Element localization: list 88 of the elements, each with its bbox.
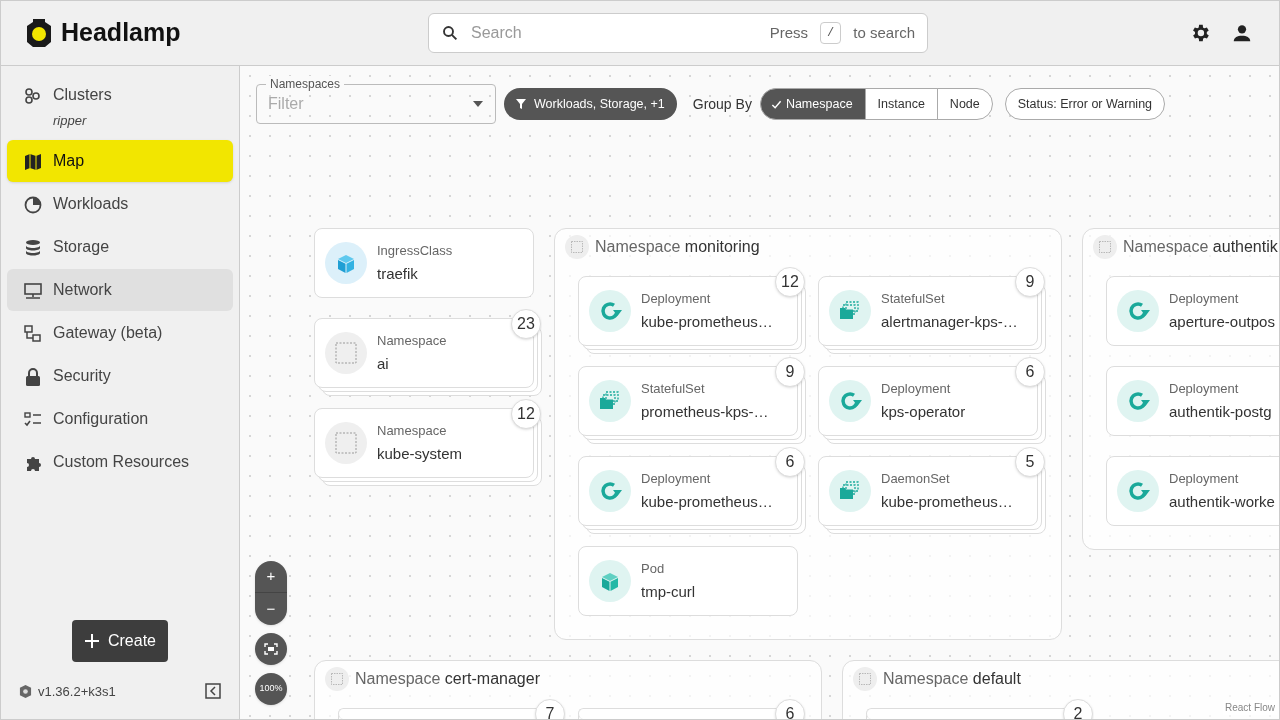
node-kind: Namespace xyxy=(377,332,447,350)
folders-icon xyxy=(829,290,871,332)
map-node[interactable]: Pod tmp-curl xyxy=(578,546,798,616)
helm-wheel-icon xyxy=(19,684,32,698)
map-node[interactable]: Deployment authentik-worke xyxy=(1106,456,1279,526)
search-input[interactable]: Search xyxy=(471,21,758,45)
folders-icon xyxy=(829,470,871,512)
sidebar-item[interactable]: Custom Resources xyxy=(7,440,233,483)
sidebar-item[interactable]: Storage xyxy=(7,225,233,268)
group-title: Namespace monitoring xyxy=(595,237,760,257)
group-by-option[interactable]: Namespace xyxy=(759,88,866,120)
sidebar-item[interactable]: Gateway (beta) xyxy=(7,311,233,354)
node-kind: Deployment xyxy=(1169,470,1240,488)
search-hint: to search xyxy=(853,22,915,43)
node-kind: Deployment xyxy=(641,470,712,488)
filter-icon xyxy=(516,99,526,109)
check-icon xyxy=(770,98,782,110)
cube-icon xyxy=(325,242,367,284)
group-title: Namespace default xyxy=(883,669,1021,689)
group-by-label: Group By xyxy=(692,95,752,114)
sidebar-item[interactable]: Workloads xyxy=(7,182,233,225)
zoom-out-button[interactable]: − xyxy=(255,593,287,625)
node-kind: StatefulSet xyxy=(641,380,706,398)
node-kind: StatefulSet xyxy=(881,290,946,308)
cube-icon xyxy=(589,560,631,602)
node-name: aperture-outpos xyxy=(1169,311,1275,332)
user-icon[interactable] xyxy=(1231,22,1253,44)
group-by-option[interactable]: Node xyxy=(936,88,993,120)
cluster-name: ripper xyxy=(53,112,88,130)
node-name: authentik-worke xyxy=(1169,491,1275,512)
fit-view-button[interactable] xyxy=(255,633,287,665)
clusters-icon xyxy=(23,86,43,106)
node-name: traefik xyxy=(377,263,419,284)
sidebar-item[interactable]: Network xyxy=(7,268,233,311)
folders-icon xyxy=(589,380,631,422)
version-text: v1.36.2+k3s1 xyxy=(38,682,116,701)
node-name: tmp-curl xyxy=(641,581,696,602)
lock-icon xyxy=(23,366,43,387)
map-icon xyxy=(23,151,43,172)
group-title: Namespace authentik xyxy=(1123,237,1278,257)
status-filter-chip[interactable]: Status: Error or Warning xyxy=(1004,88,1166,120)
count-badge: 12 xyxy=(511,399,541,429)
node-name: kube-system xyxy=(377,443,463,464)
filter-chip[interactable]: Workloads, Storage, +1 xyxy=(504,88,677,120)
node-name: kube-prometheus… xyxy=(641,311,773,332)
sidebar-item[interactable]: Security xyxy=(7,354,233,397)
pie-chart-icon xyxy=(23,194,43,215)
count-badge: 23 xyxy=(511,309,541,339)
monitor-icon xyxy=(23,280,43,301)
database-icon xyxy=(23,237,43,258)
node-name: kps-operator xyxy=(881,401,966,422)
sidebar-item-label[interactable]: Clusters xyxy=(53,84,112,105)
node-kind: Deployment xyxy=(641,290,712,308)
node-kind: Deployment xyxy=(881,380,952,398)
node-name: authentik-postg xyxy=(1169,401,1272,422)
zoom-reset-button[interactable]: 100% xyxy=(255,673,287,705)
map-node[interactable]: Deployment aperture-outpos xyxy=(1106,276,1279,346)
node-name: kube-prometheus… xyxy=(641,491,773,512)
node-name: ai xyxy=(377,353,390,374)
create-button[interactable]: Create xyxy=(72,619,168,662)
node-kind: DaemonSet xyxy=(881,470,951,488)
map-node[interactable]: IngressClass traefik xyxy=(314,228,534,298)
fit-view-icon xyxy=(264,643,278,655)
network-diagram-icon xyxy=(23,323,43,344)
node-name: alertmanager-kps-… xyxy=(881,311,1018,332)
dropdown-caret-icon xyxy=(472,100,484,108)
node-kind: Deployment xyxy=(1169,290,1240,308)
zoom-in-button[interactable]: + xyxy=(255,561,287,593)
search-icon xyxy=(441,24,459,42)
node-kind: IngressClass xyxy=(377,242,453,260)
map-node[interactable]: Deployment authentik-postg xyxy=(1106,366,1279,436)
field-label: Namespaces xyxy=(266,76,345,92)
app-title[interactable]: Headlamp xyxy=(61,14,181,52)
group-by-option[interactable]: Instance xyxy=(864,88,938,120)
node-kind: Deployment xyxy=(1169,380,1240,398)
node-kind: Pod xyxy=(641,560,666,578)
search-bar[interactable]: Search Press / to search xyxy=(428,13,928,53)
sidebar-item[interactable]: Configuration xyxy=(7,397,233,440)
shortcut-key: / xyxy=(820,22,842,44)
group-title: Namespace cert-manager xyxy=(355,669,540,689)
node-kind: Namespace xyxy=(377,422,448,440)
collapse-sidebar-icon[interactable] xyxy=(205,683,221,700)
search-hint: Press xyxy=(769,22,809,43)
plus-icon xyxy=(84,632,100,649)
node-name: kube-prometheus… xyxy=(881,491,1013,512)
headlamp-logo-icon xyxy=(25,17,53,49)
sidebar-item[interactable]: Map xyxy=(7,139,233,182)
node-name: prometheus-kps-… xyxy=(641,401,769,422)
